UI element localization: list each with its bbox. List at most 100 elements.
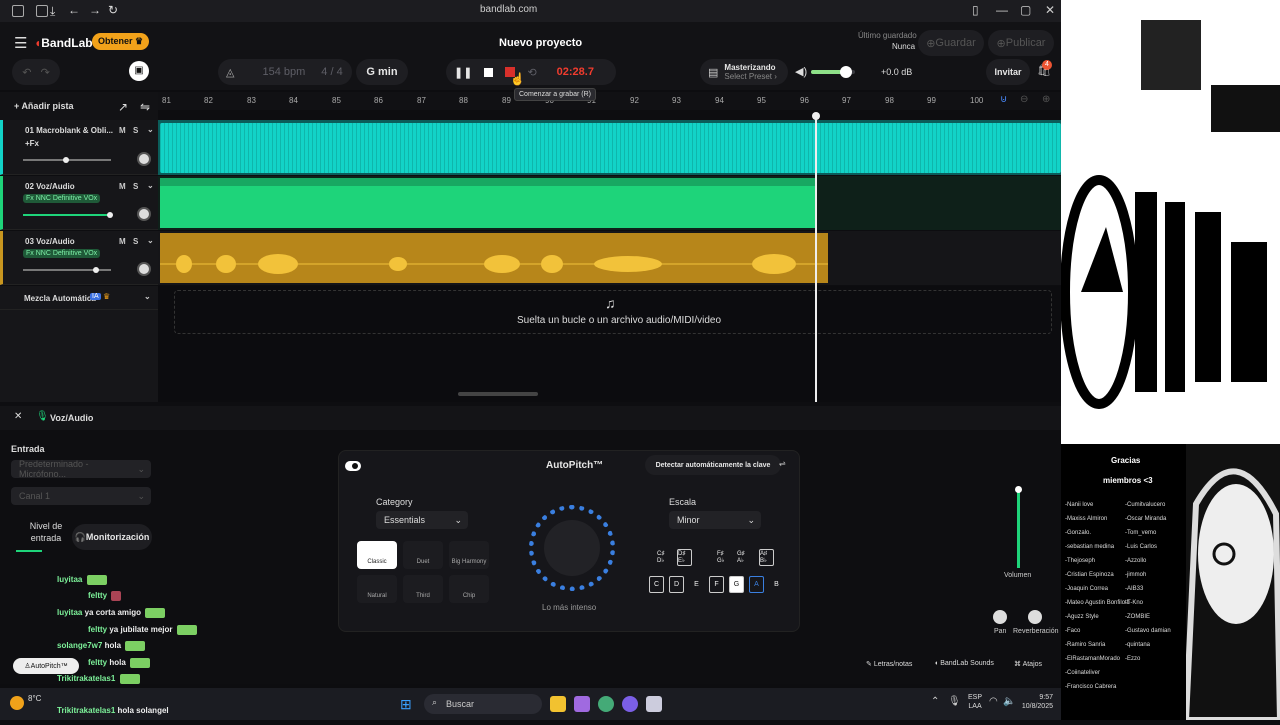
weather-temp[interactable]: 8°C: [28, 694, 41, 703]
track-name[interactable]: 01 Macroblank & Obli...: [25, 126, 113, 135]
tabs-icon[interactable]: [36, 5, 48, 17]
autopitch-chip[interactable]: ♙ AutoPitch™: [13, 658, 79, 674]
key-d-sharp[interactable]: D♯ E♭: [677, 549, 692, 566]
mastering-button[interactable]: ▤ Masterizando Select Preset ›: [700, 59, 788, 85]
key-c[interactable]: C: [649, 576, 664, 593]
lyrics-button[interactable]: ✎ Letras/notas: [866, 660, 912, 668]
expand-icon[interactable]: ⌄: [144, 292, 151, 301]
invite-button[interactable]: Invitar: [986, 59, 1030, 85]
preset-big-harmony[interactable]: Big Harmony: [449, 541, 489, 569]
track-volume-slider[interactable]: [23, 267, 111, 273]
volume-handle[interactable]: [840, 66, 852, 78]
track-settings-icon[interactable]: ⇋: [140, 100, 150, 114]
track-lane-1[interactable]: [158, 120, 1061, 175]
audio-region[interactable]: [160, 123, 1061, 173]
key-c-sharp[interactable]: C♯ D♭: [657, 549, 672, 566]
preset-duet[interactable]: Duet: [403, 541, 443, 569]
snap-icon[interactable]: ⊍: [1000, 94, 1007, 105]
download-icon[interactable]: ⤓: [50, 4, 55, 19]
get-membership-button[interactable]: Obtener ♛: [92, 33, 150, 50]
preset-chip[interactable]: Chip: [449, 575, 489, 603]
track-name[interactable]: 02 Voz/Audio: [25, 182, 75, 191]
track-volume-slider[interactable]: [23, 157, 111, 163]
track-header-1[interactable]: 01 Macroblank & Obli... M S ⌄ +Fx: [0, 120, 158, 175]
speaker-icon[interactable]: ◀): [795, 65, 807, 78]
close-panel-icon[interactable]: ✕: [14, 411, 22, 422]
key-selector[interactable]: G min: [356, 59, 408, 85]
zoom-out-icon[interactable]: ⊖: [1020, 94, 1028, 105]
pan-knob[interactable]: [137, 262, 151, 276]
close-window-icon[interactable]: ✕: [1045, 3, 1055, 17]
automation-icon[interactable]: ↗: [118, 100, 128, 114]
track-header-2[interactable]: 02 Voz/Audio M S ⌄ Fx NNC Definitive VOx: [0, 176, 158, 230]
pan-dial[interactable]: [993, 610, 1007, 624]
back-icon[interactable]: ←: [68, 3, 80, 17]
discord-icon[interactable]: [622, 696, 638, 712]
category-select[interactable]: Essentials ⌄: [376, 511, 468, 529]
autopitch-toggle[interactable]: [345, 461, 361, 471]
stop-icon[interactable]: [484, 67, 494, 77]
minimize-icon[interactable]: —: [996, 3, 1008, 17]
pan-knob[interactable]: [137, 207, 151, 221]
key-f-sharp[interactable]: F♯ G♭: [717, 549, 732, 566]
track-lane-2[interactable]: [158, 176, 1061, 230]
wifi-icon[interactable]: ◠: [989, 696, 998, 707]
fader-handle[interactable]: [1015, 486, 1022, 493]
volume-tray-icon[interactable]: 🔈: [1003, 696, 1015, 707]
key-a-sharp[interactable]: A♯ B♭: [759, 549, 774, 566]
solo-button[interactable]: S: [133, 237, 138, 246]
pause-icon[interactable]: ❚❚: [454, 66, 472, 79]
timeline-ruler[interactable]: 81 82 83 84 85 86 87 88 89 90 91 92 93 9…: [158, 92, 1061, 110]
clock[interactable]: 9:57 10/8/2025: [1021, 693, 1053, 711]
mute-button[interactable]: M: [119, 237, 126, 246]
loop-icon[interactable]: ⟲: [527, 66, 536, 79]
channel-select[interactable]: Canal 1 ⌄: [11, 487, 151, 505]
recording-region[interactable]: [160, 178, 816, 228]
pan-knob[interactable]: [137, 152, 151, 166]
preset-natural[interactable]: Natural: [357, 575, 397, 603]
track-options-icon[interactable]: ⌄: [147, 181, 154, 190]
view-toggle-button[interactable]: ▣: [129, 61, 149, 81]
browser-icon[interactable]: [598, 696, 614, 712]
key-f[interactable]: F: [709, 576, 724, 593]
weather-icon[interactable]: [10, 696, 24, 710]
reverb-dial[interactable]: [1028, 610, 1042, 624]
key-b[interactable]: B: [769, 576, 784, 593]
settings-sliders-icon[interactable]: ⇌: [779, 459, 786, 468]
undo-redo-group[interactable]: ↶ ↷: [12, 59, 60, 85]
track-volume-slider[interactable]: [23, 212, 113, 218]
preset-third[interactable]: Third: [403, 575, 443, 603]
address-bar[interactable]: bandlab.com: [480, 4, 537, 15]
taskbar-search[interactable]: ⌕ Buscar: [424, 694, 542, 714]
windows-start-icon[interactable]: ⊞: [400, 696, 412, 713]
monitoring-button[interactable]: 🎧 Monitorización: [72, 524, 152, 550]
maximize-icon[interactable]: ▢: [1020, 3, 1031, 17]
preset-classic[interactable]: Classic: [357, 541, 397, 569]
language-indicator[interactable]: ESP LAA: [968, 693, 982, 711]
playhead-handle[interactable]: [812, 112, 820, 120]
file-explorer-icon[interactable]: [550, 696, 566, 712]
browser-menu-icon[interactable]: [12, 5, 24, 17]
undo-icon[interactable]: ↶: [22, 66, 31, 79]
input-device-select[interactable]: Predeterminado - Micrófono... ⌄: [11, 459, 151, 479]
shortcuts-button[interactable]: ⌘ Atajos: [1014, 660, 1042, 668]
scale-select[interactable]: Minor ⌄: [669, 511, 761, 529]
drop-zone[interactable]: ♫ Suelta un bucle o un archivo audio/MID…: [174, 290, 1052, 334]
key-a[interactable]: A: [749, 576, 764, 593]
bandlab-sounds-button[interactable]: ◖ BandLab Sounds: [934, 660, 994, 667]
automix-row[interactable]: Mezcla Automática IA ♛ ⌄: [0, 286, 158, 310]
audio-region[interactable]: [160, 233, 828, 283]
solo-button[interactable]: S: [133, 182, 138, 191]
redo-icon[interactable]: ↷: [41, 66, 50, 79]
detect-key-button[interactable]: Detectar automáticamente la clave: [645, 455, 781, 475]
metronome-icon[interactable]: ◬: [226, 66, 234, 79]
mic-tray-icon[interactable]: 🎙: [948, 696, 961, 707]
fx-chip[interactable]: Fx NNC Definitive VOx: [23, 249, 101, 258]
track-options-icon[interactable]: ⌄: [147, 236, 154, 245]
fx-chip[interactable]: Fx NNC Definitive VOx: [23, 194, 101, 203]
tempo-value[interactable]: 154 bpm: [262, 66, 305, 78]
key-e[interactable]: E: [689, 576, 704, 593]
tray-chevron-icon[interactable]: ⌃: [931, 696, 939, 707]
hamburger-menu-icon[interactable]: ☰: [14, 34, 27, 52]
track-name[interactable]: 03 Voz/Audio: [25, 237, 75, 246]
